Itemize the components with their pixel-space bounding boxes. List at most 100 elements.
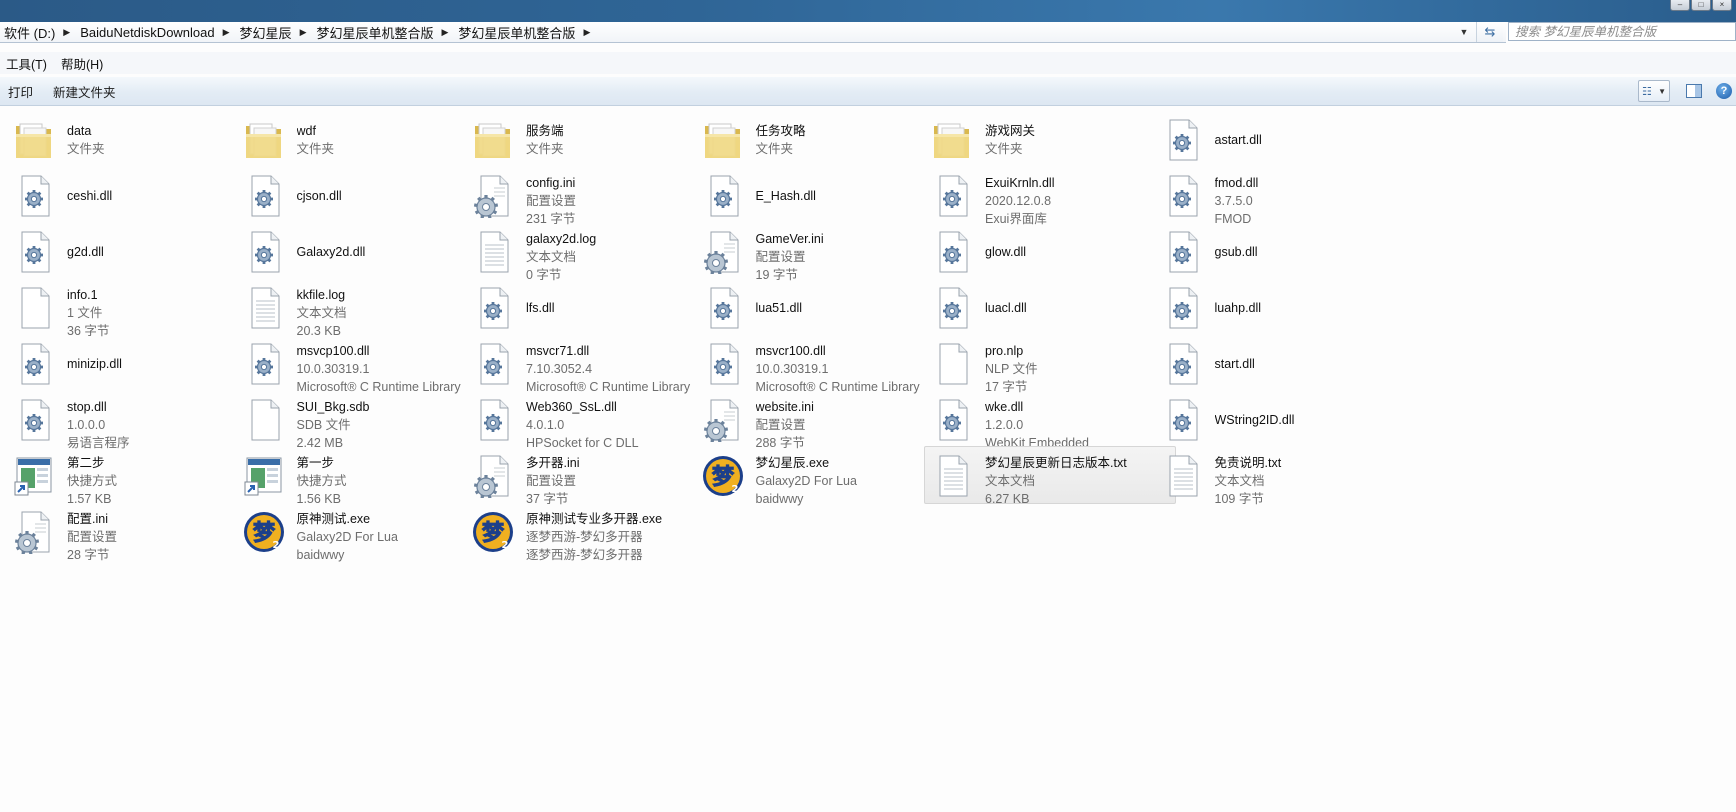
- change-view-button[interactable]: ☷ ▼: [1638, 80, 1670, 102]
- file-item[interactable]: msvcp100.dll 10.0.30319.1 Microsoft® C Run…: [236, 334, 488, 394]
- file-item[interactable]: astart.dll: [1154, 110, 1406, 168]
- address-bar[interactable]: 软件 (D:) ▶ BaiduNetdiskDownload ▶ 梦幻星辰 ▶ …: [0, 22, 1506, 43]
- file-item[interactable]: 多开器.ini 配置设置 37 字节: [465, 446, 717, 506]
- file-details: 第二步 快捷方式 1.57 KB: [67, 454, 257, 508]
- file-item[interactable]: 第一步 快捷方式 1.56 KB: [236, 446, 488, 506]
- file-name: 任务攻略: [755, 124, 806, 138]
- breadcrumb-baidu[interactable]: BaiduNetdiskDownload: [76, 25, 216, 40]
- search-input[interactable]: [1509, 23, 1717, 40]
- game-exe-icon: 梦 2: [702, 454, 744, 498]
- file-item[interactable]: fmod.dll 3.7.5.0 FMOD: [1154, 166, 1406, 226]
- file-type: Galaxy2D For Lua: [296, 530, 398, 544]
- dll-icon: [931, 286, 973, 330]
- file-item[interactable]: config.ini 配置设置 231 字节: [465, 166, 717, 226]
- breadcrumb-mhxc-bundle[interactable]: 梦幻星辰单机整合版: [312, 23, 435, 42]
- menu-bar: 工具(T) 帮助(H): [0, 52, 1736, 74]
- preview-pane-icon: [1686, 84, 1702, 98]
- file-item[interactable]: 免责说明.txt 文本文档 109 字节: [1154, 446, 1406, 506]
- file-name: pro.nlp: [985, 344, 1024, 358]
- chevron-right-icon[interactable]: ▶: [577, 27, 596, 38]
- chevron-right-icon[interactable]: ▶: [57, 27, 76, 38]
- file-item[interactable]: start.dll: [1154, 334, 1406, 392]
- file-item[interactable]: gsub.dll: [1154, 222, 1406, 280]
- file-type: 10.0.30319.1: [296, 362, 370, 376]
- file-item[interactable]: Web360_SsL.dll 4.0.1.0 HPSocket for C DLL: [465, 390, 717, 450]
- file-item[interactable]: 任务攻略 文件夹: [695, 110, 947, 168]
- ini-icon: [472, 174, 514, 219]
- menu-tools[interactable]: 工具(T): [0, 54, 55, 73]
- file-item[interactable]: cjson.dll: [236, 166, 488, 224]
- address-history-dropdown[interactable]: ▼: [1456, 22, 1472, 42]
- file-type: 配置设置: [67, 530, 118, 544]
- file-item[interactable]: 配置.ini 配置设置 28 字节: [6, 502, 258, 562]
- file-item[interactable]: 梦 2 原神测试.exe Galaxy2D For Lua baidwwy: [236, 502, 488, 562]
- file-item[interactable]: info.1 1 文件 36 字节: [6, 278, 258, 338]
- file-item[interactable]: galaxy2d.log 文本文档 0 字节: [465, 222, 717, 282]
- file-item[interactable]: 游戏网关 文件夹: [924, 110, 1176, 168]
- file-item[interactable]: E_Hash.dll: [695, 166, 947, 224]
- search-box[interactable]: [1508, 22, 1736, 41]
- breadcrumb-drive[interactable]: 软件 (D:): [0, 23, 57, 42]
- close-button[interactable]: ×: [1712, 0, 1732, 11]
- dll-icon: [13, 174, 55, 218]
- dll-icon: [472, 342, 514, 386]
- file-item[interactable]: glow.dll: [924, 222, 1176, 280]
- file-item[interactable]: msvcr100.dll 10.0.30319.1 Microsoft® C Run…: [695, 334, 947, 394]
- file-item[interactable]: luahp.dll: [1154, 278, 1406, 336]
- file-item[interactable]: SUI_Bkg.sdb SDB 文件 2.42 MB: [236, 390, 488, 450]
- file-item[interactable]: g2d.dll: [6, 222, 258, 280]
- new-folder-button[interactable]: 新建文件夹: [45, 82, 128, 101]
- breadcrumb-current[interactable]: 梦幻星辰单机整合版: [454, 23, 577, 42]
- file-item[interactable]: Galaxy2d.dll: [236, 222, 488, 280]
- file-details: 梦幻星辰.exe Galaxy2D For Lua baidwwy: [756, 454, 946, 508]
- file-item[interactable]: pro.nlp NLP 文件 17 字节: [924, 334, 1176, 394]
- dll-icon: [472, 286, 514, 330]
- file-item[interactable]: stop.dll 1.0.0.0 易语言程序: [6, 390, 258, 450]
- breadcrumb-mhxc[interactable]: 梦幻星辰: [236, 23, 294, 42]
- file-type: 1 文件: [67, 306, 103, 320]
- blank-file-icon: [13, 286, 55, 330]
- file-item[interactable]: WString2ID.dll: [1154, 390, 1406, 448]
- file-item[interactable]: lfs.dll: [465, 278, 717, 336]
- refresh-button[interactable]: ⇆: [1476, 22, 1503, 42]
- file-details: 任务攻略 文件夹: [756, 122, 946, 158]
- file-item[interactable]: 服务端 文件夹: [465, 110, 717, 168]
- file-detail: 逐梦西游-梦幻多开器: [526, 548, 643, 562]
- file-name: 第二步: [67, 456, 105, 470]
- file-item[interactable]: lua51.dll: [695, 278, 947, 336]
- print-button[interactable]: 打印: [0, 82, 45, 101]
- file-details: Galaxy2d.dll: [297, 243, 487, 261]
- file-item[interactable]: ceshi.dll: [6, 166, 258, 224]
- file-item[interactable]: website.ini 配置设置 288 字节: [695, 390, 947, 450]
- file-item[interactable]: ExuiKrnln.dll 2020.12.0.8 Exui界面库: [924, 166, 1176, 226]
- file-item[interactable]: 梦幻星辰更新日志版本.txt 文本文档 6.27 KB: [924, 446, 1176, 506]
- minimize-button[interactable]: –: [1670, 0, 1690, 11]
- file-item[interactable]: minizip.dll: [6, 334, 258, 392]
- preview-pane-button[interactable]: [1684, 81, 1704, 101]
- dll-icon: [1161, 230, 1203, 274]
- file-name: gsub.dll: [1214, 245, 1258, 259]
- file-item[interactable]: GameVer.ini 配置设置 19 字节: [695, 222, 947, 282]
- help-button[interactable]: ?: [1716, 83, 1732, 99]
- file-item[interactable]: 梦 2 原神测试专业多开器.exe 逐梦西游-梦幻多开器 逐梦西游-梦幻多开器: [465, 502, 717, 562]
- chevron-right-icon[interactable]: ▶: [294, 27, 313, 38]
- file-item[interactable]: 第二步 快捷方式 1.57 KB: [6, 446, 258, 506]
- chevron-down-icon: ▼: [1658, 86, 1666, 96]
- file-name: astart.dll: [1214, 133, 1262, 147]
- file-item[interactable]: wke.dll 1.2.0.0 WebKit Embedded: [924, 390, 1176, 450]
- file-item[interactable]: wdf 文件夹: [236, 110, 488, 168]
- file-item[interactable]: 梦 2 梦幻星辰.exe Galaxy2D For Lua baidwwy: [695, 446, 947, 506]
- chevron-right-icon[interactable]: ▶: [436, 27, 455, 38]
- maximize-button[interactable]: □: [1691, 0, 1711, 11]
- file-item[interactable]: luacl.dll: [924, 278, 1176, 336]
- dll-icon: [702, 174, 744, 218]
- menu-help[interactable]: 帮助(H): [55, 54, 111, 73]
- title-bar: – □ ×: [0, 0, 1736, 22]
- file-item[interactable]: kkfile.log 文本文档 20.3 KB: [236, 278, 488, 338]
- game-exe-icon: 梦 2: [472, 510, 514, 554]
- file-item[interactable]: msvcr71.dll 7.10.3052.4 Microsoft® C Runti…: [465, 334, 717, 394]
- chevron-right-icon[interactable]: ▶: [217, 27, 236, 38]
- file-name: 多开器.ini: [526, 456, 580, 470]
- file-item[interactable]: data 文件夹: [6, 110, 258, 168]
- ini-icon: [702, 230, 744, 275]
